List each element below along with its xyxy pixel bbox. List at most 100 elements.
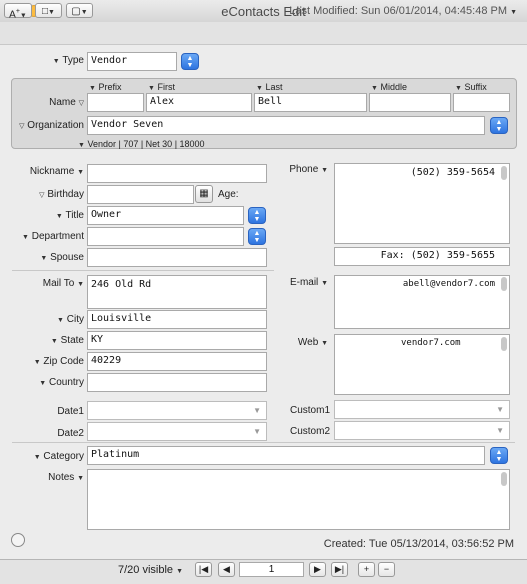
last-record-button[interactable]: ▶| — [331, 562, 348, 577]
disclosure-down-icon: ▽ — [78, 100, 84, 107]
city-field[interactable]: Louisville — [87, 310, 267, 329]
custom1-dropdown[interactable]: ▼ — [334, 400, 510, 419]
department-field[interactable] — [87, 227, 244, 246]
custom2-dropdown[interactable]: ▼ — [334, 421, 510, 440]
zip-code-label[interactable]: ▼ Zip Code — [20, 356, 84, 367]
date2-label: Date2 — [57, 428, 84, 439]
last-modified-menu[interactable]: Last Modified: Sun 06/01/2014, 04:45:48 … — [289, 5, 517, 17]
chevron-down-icon: ▼ — [496, 405, 504, 414]
organization-label[interactable]: ▽ Organization — [16, 120, 84, 131]
disclosure-down-icon: ▽ — [19, 123, 25, 130]
category-field[interactable]: Platinum — [87, 446, 485, 465]
divider — [12, 270, 274, 271]
chevron-down-icon: ▼ — [253, 406, 261, 415]
status-radio-button[interactable] — [11, 533, 25, 547]
previous-icon: ◀ — [223, 564, 230, 574]
suffix-field[interactable] — [453, 93, 510, 112]
date1-dropdown[interactable]: ▼ — [87, 401, 267, 420]
note-icon: ▢ — [71, 6, 81, 17]
category-label[interactable]: ▼ Category — [20, 451, 84, 462]
toolbar — [0, 22, 527, 45]
type-field[interactable]: Vendor — [87, 52, 177, 71]
custom2-label: Custom2 — [289, 426, 330, 437]
last-icon: ▶| — [334, 564, 345, 574]
date1-label: Date1 — [57, 406, 84, 417]
last-modified-text: Last Modified: Sun 06/01/2014, 04:45:48 … — [289, 5, 507, 17]
phone-scrollbar[interactable] — [501, 166, 507, 180]
first-record-button[interactable]: |◀ — [195, 562, 212, 577]
age-label: Age: — [218, 189, 239, 200]
country-label[interactable]: ▼ Country — [20, 377, 84, 388]
middle-name-field[interactable] — [369, 93, 451, 112]
last-name-field[interactable]: Bell — [254, 93, 367, 112]
next-record-button[interactable]: ▶ — [309, 562, 326, 577]
disclosure-down-icon: ▼ — [52, 58, 60, 65]
add-record-button[interactable]: + — [358, 562, 375, 577]
title-popup-button[interactable]: ▲ ▼ — [248, 207, 266, 224]
zip-code-field[interactable]: 40229 — [87, 352, 267, 371]
category-popup-button[interactable]: ▲ ▼ — [490, 447, 508, 464]
title-label[interactable]: ▼ Title — [20, 210, 84, 221]
state-field[interactable]: KY — [87, 331, 267, 350]
plus-icon: + — [363, 564, 370, 574]
fax-field[interactable]: Fax: (502) 359-5655 — [334, 247, 510, 266]
nickname-field[interactable] — [87, 164, 267, 183]
department-label[interactable]: ▼ Department — [10, 231, 84, 242]
notes-field[interactable] — [87, 469, 510, 530]
prefix-field[interactable] — [87, 93, 144, 112]
font-icon: A — [9, 9, 16, 21]
birthday-label[interactable]: ▽ Birthday — [20, 189, 84, 200]
chevron-down-icon: ▼ — [176, 568, 184, 575]
suffix-header[interactable]: ▼ Suffix — [455, 82, 487, 92]
type-popup-button[interactable]: ▲ ▼ — [181, 53, 199, 70]
notes-scrollbar[interactable] — [501, 472, 507, 486]
date2-dropdown[interactable]: ▼ — [87, 422, 267, 441]
record-number-field[interactable]: 1 — [239, 562, 304, 577]
chevron-down-icon: ▼ — [510, 9, 517, 16]
minus-icon: − — [383, 564, 390, 574]
visible-records-menu[interactable]: 7/20 visible ▼ — [118, 564, 183, 576]
web-scrollbar[interactable] — [501, 337, 507, 351]
layout-menu-button[interactable]: □▼ — [35, 3, 62, 18]
notes-label[interactable]: Notes ▼ — [20, 472, 84, 483]
middle-header[interactable]: ▼ Middle — [371, 82, 407, 92]
web-label[interactable]: Web ▼ — [276, 337, 328, 348]
department-popup-button[interactable]: ▲ ▼ — [248, 228, 266, 245]
name-label[interactable]: Name ▽ — [30, 97, 84, 108]
title-field[interactable]: Owner — [87, 206, 244, 225]
first-name-field[interactable]: Alex — [146, 93, 252, 112]
phone-field[interactable]: (502) 359-5654 — [334, 163, 510, 244]
organization-field[interactable]: Vendor Seven — [87, 116, 485, 135]
first-header[interactable]: ▼ First — [148, 82, 175, 92]
country-field[interactable] — [87, 373, 267, 392]
custom1-label: Custom1 — [289, 405, 330, 416]
email-field[interactable]: abell@vendor7.com — [334, 275, 510, 329]
email-label[interactable]: E-mail ▼ — [276, 277, 328, 288]
birthday-field[interactable] — [87, 185, 194, 204]
chevron-down-icon: ▼ — [496, 426, 504, 435]
calendar-icon[interactable]: ▦ — [195, 185, 213, 203]
last-header[interactable]: ▼ Last — [256, 82, 282, 92]
next-icon: ▶ — [314, 564, 321, 574]
spouse-label[interactable]: ▼ Spouse — [20, 252, 84, 263]
delete-record-button[interactable]: − — [378, 562, 395, 577]
created-timestamp: Created: Tue 05/13/2014, 03:56:52 PM — [323, 538, 514, 550]
phone-label[interactable]: Phone ▼ — [276, 164, 328, 175]
first-icon: |◀ — [198, 564, 209, 574]
nickname-label[interactable]: Nickname ▼ — [20, 166, 84, 177]
prefix-header[interactable]: ▼ Prefix — [89, 82, 121, 92]
city-label[interactable]: ▼ City — [20, 314, 84, 325]
email-scrollbar[interactable] — [501, 277, 507, 291]
notes-menu-button[interactable]: ▢▼ — [66, 3, 93, 18]
type-label[interactable]: ▼ Type — [40, 55, 84, 66]
spouse-field[interactable] — [87, 248, 267, 267]
state-label[interactable]: ▼ State — [20, 335, 84, 346]
organization-popup-button[interactable]: ▲ ▼ — [490, 117, 508, 134]
web-field[interactable]: vendor7.com — [334, 334, 510, 395]
mail-to-label[interactable]: Mail To ▼ — [20, 278, 84, 289]
organization-summary[interactable]: ▼ Vendor | 707 | Net 30 | 18000 — [78, 139, 205, 149]
font-menu-button[interactable]: A+▼ — [4, 3, 32, 21]
previous-record-button[interactable]: ◀ — [218, 562, 235, 577]
divider — [12, 442, 515, 443]
mail-to-address-field[interactable]: 246 Old Rd — [87, 275, 267, 309]
